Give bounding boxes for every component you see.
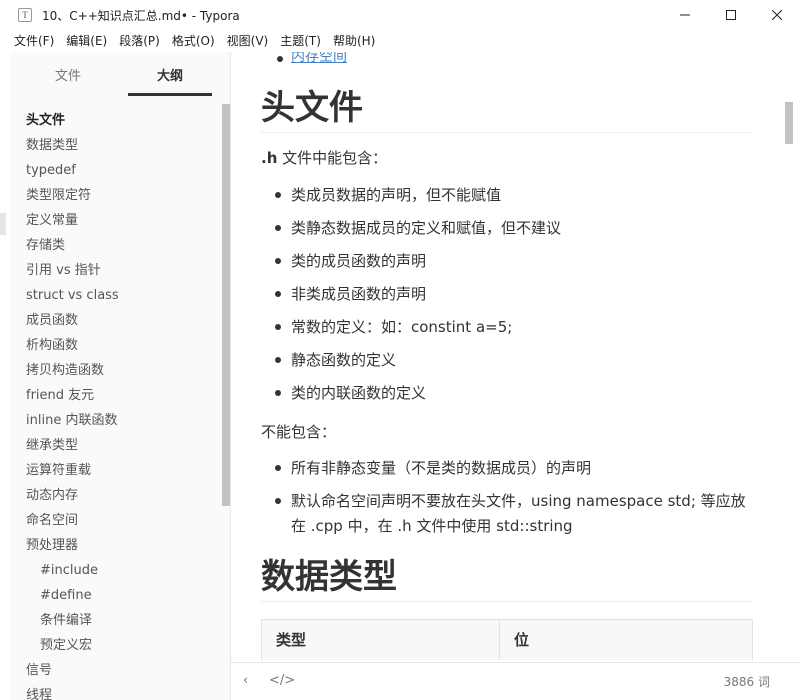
- menu-theme[interactable]: 主题(T): [274, 30, 327, 52]
- outline-item[interactable]: 定义常量: [10, 208, 222, 233]
- outline-item[interactable]: 数据类型: [10, 133, 222, 158]
- list-item-text: 静态函数的定义: [291, 351, 397, 369]
- menu-format[interactable]: 格式(O): [166, 30, 221, 52]
- list-item-text: 常数的定义：如：constint a=5;: [291, 318, 513, 336]
- bullet-icon: [275, 357, 281, 363]
- bullet-icon: [275, 465, 281, 471]
- window-controls: [662, 0, 800, 30]
- outline-item[interactable]: typedef: [10, 158, 222, 183]
- bullet-icon: [275, 324, 281, 330]
- toggle-sidebar-button[interactable]: ‹: [243, 673, 248, 688]
- list-item: 类的内联函数的定义: [275, 381, 753, 406]
- outline-item[interactable]: 预定义宏: [10, 633, 222, 658]
- maximize-icon: [726, 10, 736, 20]
- list-item: 所有非静态变量（不是类的数据成员）的声明: [275, 456, 753, 481]
- list-item: 静态函数的定义: [275, 348, 753, 373]
- outline-item[interactable]: #include: [10, 558, 222, 583]
- bullet-icon: [275, 291, 281, 297]
- heading-data-types: 数据类型: [261, 557, 753, 602]
- bullet-icon: [275, 192, 281, 198]
- menu-edit[interactable]: 编辑(E): [60, 30, 113, 52]
- menu-paragraph[interactable]: 段落(P): [113, 30, 166, 52]
- outline-item[interactable]: 预处理器: [10, 533, 222, 558]
- outline-item[interactable]: 线程: [10, 683, 222, 700]
- close-icon: [772, 10, 782, 20]
- outline-item[interactable]: 析构函数: [10, 333, 222, 358]
- window-edge-strip: [0, 213, 6, 235]
- editor[interactable]: 内存空间 头文件 .h 文件中能包含： 类成员数据的声明，但不能赋值类静态数据成…: [231, 52, 800, 662]
- window-title: 10、C++知识点汇总.md• - Typora: [42, 8, 240, 23]
- list-item: 默认命名空间声明不要放在头文件，using namespace std; 等应放…: [275, 489, 753, 539]
- outline-item[interactable]: 头文件: [10, 108, 222, 133]
- table-header-bits: 位: [514, 631, 530, 649]
- paragraph-cannot-contain: 不能包含：: [261, 423, 337, 441]
- menu-view[interactable]: 视图(V): [221, 30, 275, 52]
- list-item-text: 非类成员函数的声明: [291, 285, 427, 303]
- tab-outline[interactable]: 大纲: [128, 52, 212, 98]
- outline-item[interactable]: #define: [10, 583, 222, 608]
- menu-file[interactable]: 文件(F): [8, 30, 60, 52]
- list-item: 类的成员函数的声明: [275, 249, 753, 274]
- word-count[interactable]: 3886 词: [724, 673, 770, 690]
- sidebar: 文件 大纲 头文件 数据类型 typedef 类型限定符 定义常量 存储类 引用 vs 指针…: [10, 52, 231, 700]
- active-tab-indicator: [128, 93, 212, 96]
- table-header-type: 类型: [262, 620, 500, 660]
- list-item: 常数的定义：如：constint a=5;: [275, 315, 753, 340]
- menu-help[interactable]: 帮助(H): [327, 30, 381, 52]
- outline-item[interactable]: struct vs class: [10, 283, 222, 308]
- typora-app-icon: T: [18, 8, 32, 22]
- outline-item[interactable]: 成员函数: [10, 308, 222, 333]
- source-code-mode-button[interactable]: </>: [269, 673, 295, 688]
- close-button[interactable]: [754, 0, 800, 30]
- outline-item[interactable]: 继承类型: [10, 433, 222, 458]
- menu-bar: 文件(F) 编辑(E) 段落(P) 格式(O) 视图(V) 主题(T) 帮助(H…: [0, 30, 800, 52]
- data-types-table: 类型 位: [261, 619, 753, 660]
- bullet-icon: [275, 498, 281, 504]
- h-extension-bold: .h: [261, 149, 278, 167]
- outline-item[interactable]: 条件编译: [10, 608, 222, 633]
- list-item-text: 默认命名空间声明不要放在头文件，using namespace std; 等应放…: [291, 492, 746, 535]
- paragraph-can-contain: .h 文件中能包含：: [261, 146, 387, 170]
- heading-header-files: 头文件: [261, 88, 753, 133]
- list-item: 非类成员函数的声明: [275, 282, 753, 307]
- list-item-text: 所有非静态变量（不是类的数据成员）的声明: [291, 459, 592, 477]
- outline-item[interactable]: 运算符重载: [10, 458, 222, 483]
- list-item-text: 类成员数据的声明，但不能赋值: [291, 186, 502, 204]
- outline-item[interactable]: 命名空间: [10, 508, 222, 533]
- status-bar: ‹ </> 3886 词: [231, 662, 800, 700]
- tab-files[interactable]: 文件: [26, 52, 110, 98]
- table-header-row: 类型 位: [262, 620, 752, 660]
- list-item: 类成员数据的声明，但不能赋值: [275, 183, 753, 208]
- outline-item[interactable]: 引用 vs 指针: [10, 258, 222, 283]
- outline-item[interactable]: 存储类: [10, 233, 222, 258]
- maximize-button[interactable]: [708, 0, 754, 30]
- outline-item[interactable]: 拷贝构造函数: [10, 358, 222, 383]
- outline-item[interactable]: 信号: [10, 658, 222, 683]
- bullet-icon: [275, 390, 281, 396]
- bullet-icon: [275, 225, 281, 231]
- list-item-text: 类静态数据成员的定义和赋值，但不建议: [291, 219, 562, 237]
- title-bar: T 10、C++知识点汇总.md• - Typora: [0, 0, 800, 30]
- list-item: 类静态数据成员的定义和赋值，但不建议: [275, 216, 753, 241]
- memory-space-link[interactable]: 内存空间: [291, 52, 347, 66]
- list-item-text: 类的内联函数的定义: [291, 384, 427, 402]
- minimize-icon: [680, 14, 690, 16]
- bullet-icon: [275, 258, 281, 264]
- outline-list: 头文件 数据类型 typedef 类型限定符 定义常量 存储类 引用 vs 指针 struct…: [10, 108, 222, 700]
- outline-item[interactable]: friend 友元: [10, 383, 222, 408]
- minimize-button[interactable]: [662, 0, 708, 30]
- editor-scrollbar[interactable]: [785, 102, 793, 144]
- outline-item[interactable]: 动态内存: [10, 483, 222, 508]
- outline-item[interactable]: 类型限定符: [10, 183, 222, 208]
- outline-item[interactable]: inline 内联函数: [10, 408, 222, 433]
- list-item-text: 类的成员函数的声明: [291, 252, 427, 270]
- paragraph-text: 文件中能包含：: [277, 149, 388, 167]
- sidebar-tabs: 文件 大纲: [10, 52, 230, 98]
- sidebar-scrollbar[interactable]: [222, 104, 230, 506]
- bullet-icon: [277, 56, 283, 62]
